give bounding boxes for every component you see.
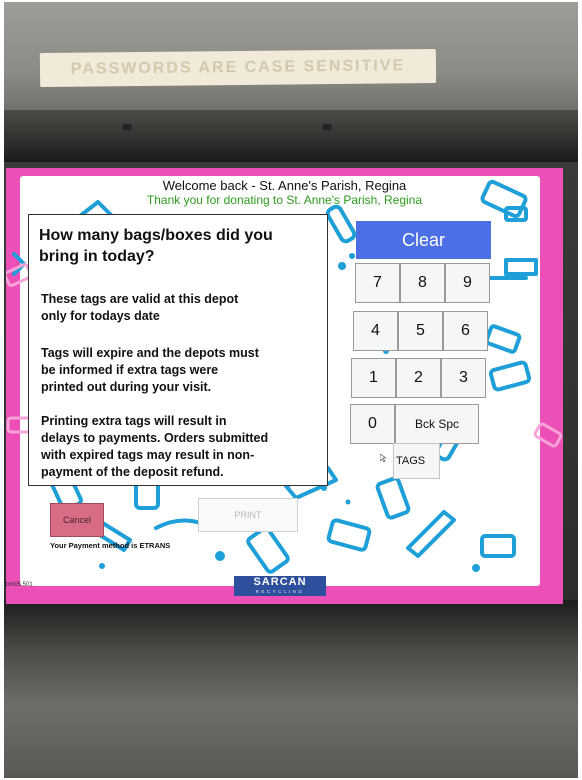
deco-pink-can-icon [6, 416, 32, 434]
deco-bottle-icon [406, 510, 456, 558]
validity-notice: These tags are valid at this depot only … [41, 291, 311, 325]
deco-dot [472, 564, 480, 572]
notice-line: printed out during your visit. [41, 380, 212, 394]
pointer-cursor-icon [380, 454, 386, 462]
key-0[interactable]: 0 [350, 404, 395, 444]
sarcan-logo: SARCAN RECYCLING [234, 576, 326, 596]
touch-screen: Welcome back - St. Anne's Parish, Regina… [6, 168, 563, 604]
deco-can-icon [484, 324, 522, 354]
notice-line: payment of the deposit refund. [41, 465, 224, 479]
version-label: bm05.501 [6, 582, 33, 588]
clear-button[interactable]: Clear [356, 221, 491, 259]
deco-bottle-icon [325, 204, 357, 244]
deco-can-icon [375, 476, 411, 520]
tags-button[interactable]: TAGS [393, 443, 440, 479]
deco-can-icon [488, 360, 532, 392]
backspace-key[interactable]: Bck Spc [395, 404, 479, 444]
notice-line: Tags will expire and the depots must [41, 346, 259, 360]
question-heading: How many bags/boxes did you bring in tod… [39, 225, 319, 267]
key-7[interactable]: 7 [355, 263, 400, 303]
kiosk-ledge [4, 110, 578, 162]
deco-can-icon [326, 518, 372, 552]
key-6[interactable]: 6 [443, 311, 488, 351]
key-4[interactable]: 4 [353, 311, 398, 351]
deco-dot [338, 262, 346, 270]
payment-method-text: Your Payment method is ETRANS [50, 541, 171, 550]
deco-wave [504, 258, 538, 276]
deco-pink-can-icon [533, 422, 563, 448]
payment-warning-notice: Printing extra tags will result in delay… [41, 413, 311, 481]
deco-can-icon [246, 526, 290, 574]
key-5[interactable]: 5 [398, 311, 443, 351]
deco-dot [345, 499, 351, 505]
key-9[interactable]: 9 [445, 263, 490, 303]
thanks-message: Thank you for donating to St. Anne's Par… [146, 193, 423, 207]
key-2[interactable]: 2 [396, 358, 441, 398]
sticker-text: PASSWORDS ARE CASE SENSITIVE [70, 57, 406, 78]
notice-line: delays to payments. Orders submitted [41, 431, 269, 445]
bezel-screw [122, 124, 132, 130]
notice-line: These tags are valid at this depot [41, 292, 239, 306]
key-3[interactable]: 3 [441, 358, 486, 398]
kiosk-lower-panel [4, 600, 578, 778]
logo-brand: SARCAN [253, 576, 307, 588]
welcome-message: Welcome back - St. Anne's Parish, Regina [162, 178, 407, 193]
deco-dot [99, 563, 105, 569]
expiry-notice: Tags will expire and the depots must be … [41, 345, 311, 396]
logo-subtitle: RECYCLING [255, 589, 305, 594]
notice-line: be informed if extra tags were [41, 363, 219, 377]
deco-dot [349, 253, 355, 259]
notice-line: with expired tags may result in non- [41, 448, 255, 462]
question-line: How many bags/boxes did you [39, 227, 273, 244]
info-panel: How many bags/boxes did you bring in tod… [28, 214, 328, 486]
cancel-button[interactable]: Cancel [50, 503, 104, 537]
bezel-screw [322, 124, 332, 130]
deco-can-icon [480, 534, 516, 558]
deco-dot [215, 551, 225, 561]
key-1[interactable]: 1 [351, 358, 396, 398]
notice-line: only for todays date [41, 309, 160, 323]
question-line: bring in today? [39, 248, 155, 265]
print-button[interactable]: PRINT [198, 498, 298, 532]
key-8[interactable]: 8 [400, 263, 445, 303]
case-sensitive-sticker: PASSWORDS ARE CASE SENSITIVE [39, 48, 437, 88]
notice-line: Printing extra tags will result in [41, 414, 227, 428]
